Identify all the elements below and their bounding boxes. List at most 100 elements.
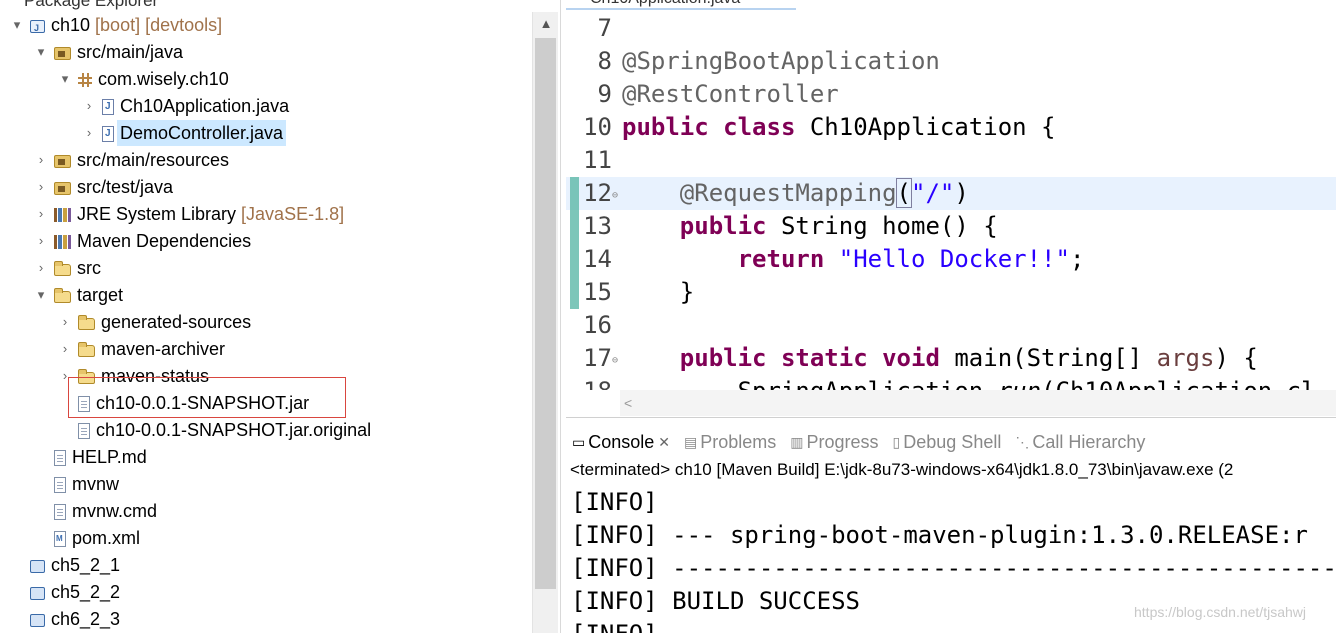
source-folder-icon	[54, 182, 71, 195]
tab-problems[interactable]: ▤ Problems	[684, 432, 776, 453]
chevron-right-icon[interactable]: ›	[58, 336, 72, 362]
console-line: [INFO] --- spring-boot-maven-plugin:1.3.…	[571, 521, 1308, 549]
scroll-up-icon[interactable]: ▲	[533, 12, 559, 36]
tree-item-label: Ch10Application.java	[120, 96, 290, 116]
java-project-icon	[30, 15, 45, 41]
tree-item[interactable]: › src	[34, 255, 101, 281]
fold-icon[interactable]: ⊖	[612, 179, 618, 212]
source-folder-icon	[54, 47, 71, 60]
line-number: 15	[583, 278, 612, 306]
chevron-right-icon[interactable]: ›	[82, 120, 96, 146]
tree-item[interactable]: ▾ com.wisely.ch10	[58, 66, 229, 92]
explorer-scroll-thumb[interactable]	[535, 38, 556, 589]
chevron-right-icon[interactable]: ›	[34, 174, 48, 200]
tree-item[interactable]: › DemoController.java	[82, 120, 287, 147]
code-line[interactable]: 13 public String home() {	[566, 210, 1336, 243]
chevron-right-icon[interactable]: ›	[34, 201, 48, 227]
line-number: 12	[583, 179, 612, 207]
code-line[interactable]: 14 return "Hello Docker!!";	[566, 243, 1336, 276]
file-icon	[54, 503, 66, 520]
editor-horizontal-scrollbar[interactable]: <	[620, 390, 1336, 416]
code-line[interactable]: 15 }	[566, 276, 1336, 309]
console-view: ▭ Console ✕ ▤ Problems ▥ Progress ▯ Debug Shell ⋱…	[566, 426, 1336, 633]
chevron-right-icon[interactable]: ›	[58, 309, 72, 335]
tab-console[interactable]: ▭ Console ✕	[572, 432, 670, 453]
tree-item[interactable]: › Maven Dependencies	[34, 228, 251, 254]
code-text: public static void main(String[] args) {	[679, 344, 1258, 372]
code-line[interactable]: 12 ⊖ @RequestMapping("/")	[566, 177, 1336, 210]
tree-item[interactable]: ▾ src/main/java	[34, 39, 183, 65]
tree-item[interactable]: ch6_2_3	[10, 606, 120, 632]
library-icon	[54, 208, 71, 222]
chevron-down-icon[interactable]: ▾	[10, 12, 24, 38]
folder-icon	[54, 261, 71, 276]
tab-debug-shell[interactable]: ▯ Debug Shell	[893, 432, 1002, 453]
chevron-right-icon[interactable]: ›	[34, 228, 48, 254]
tree-item[interactable]: mvnw.cmd	[34, 498, 157, 524]
tree-item[interactable]: › maven-archiver	[58, 336, 225, 362]
tree-item[interactable]: ch5_2_2	[10, 579, 120, 605]
tab-label: Console	[588, 431, 655, 452]
tree-item-label: src/main/resources	[77, 150, 230, 170]
tree-item[interactable]: ch10-0.0.1-SNAPSHOT.jar.original	[58, 417, 371, 443]
watermark: https://blog.csdn.net/tjsahwj	[1134, 604, 1306, 620]
line-number: 10	[583, 113, 612, 141]
tree-item[interactable]: › Ch10Application.java	[82, 93, 290, 120]
code-area[interactable]: 7 8 @SpringBootApplication 9 @RestController…	[566, 12, 1336, 390]
console-status: <terminated> ch10 [Maven Build] E:\jdk-8…	[570, 460, 1234, 479]
tree-item[interactable]: mvnw	[34, 471, 119, 497]
tab-progress[interactable]: ▥ Progress	[790, 432, 878, 453]
chevron-down-icon[interactable]: ▾	[34, 39, 48, 65]
fold-icon[interactable]: ⊖	[612, 344, 618, 377]
tree-item-label: pom.xml	[72, 528, 141, 548]
tree-item[interactable]: › src/test/java	[34, 174, 173, 200]
code-line[interactable]: 8 @SpringBootApplication	[566, 45, 1336, 78]
tree-item-label: src/main/java	[77, 42, 184, 62]
tree-item[interactable]: › JRE System Library [JavaSE-1.8]	[34, 201, 344, 227]
console-line: [INFO] ---------------------------------…	[571, 554, 1336, 582]
line-number: 14	[583, 245, 612, 273]
tree-item-label: ch5_2_2	[51, 582, 121, 602]
folder-icon	[54, 288, 71, 303]
tree-item-label: ch10	[51, 15, 91, 35]
code-line[interactable]: 10 public class Ch10Application {	[566, 111, 1336, 144]
line-number: 7	[597, 14, 612, 42]
scroll-left-icon[interactable]: <	[624, 390, 632, 416]
debug-shell-icon: ▯	[892, 433, 901, 450]
closed-project-icon	[30, 587, 45, 600]
line-number: 13	[583, 212, 612, 240]
tree-item-decoration: [JavaSE-1.8]	[241, 204, 345, 224]
chevron-right-icon[interactable]: ›	[34, 147, 48, 173]
file-icon	[78, 422, 90, 439]
chevron-down-icon[interactable]: ▾	[58, 66, 72, 92]
code-text: @RequestMapping("/")	[679, 178, 969, 208]
code-line[interactable]: 18 SpringApplication.run(Ch10Application…	[566, 375, 1336, 390]
tree-item-label: target	[77, 285, 124, 305]
close-icon[interactable]: ✕	[658, 434, 670, 451]
code-line[interactable]: 11	[566, 144, 1336, 177]
chevron-down-icon[interactable]: ▾	[34, 282, 48, 308]
tree-item[interactable]: › generated-sources	[58, 309, 251, 335]
chevron-right-icon[interactable]: ›	[34, 255, 48, 281]
tab-call-hierarchy[interactable]: ⋱ Call Hierarchy	[1015, 432, 1145, 453]
tree-item[interactable]: HELP.md	[34, 444, 147, 470]
source-folder-icon	[54, 155, 71, 168]
tree-item[interactable]: pom.xml	[34, 525, 141, 552]
code-line[interactable]: 9 @RestController	[566, 78, 1336, 111]
line-number: 8	[597, 47, 612, 75]
code-line[interactable]: 17 ⊖ public static void main(String[] arg…	[566, 342, 1336, 375]
console-line: [INFO] BUILD SUCCESS	[571, 587, 860, 615]
tree-item[interactable]: › src/main/resources	[34, 147, 229, 173]
chevron-right-icon[interactable]: ›	[82, 93, 96, 119]
editor-tab[interactable]: Ch10Application.java	[566, 0, 796, 10]
explorer-scrollbar[interactable]: ▲	[532, 12, 558, 633]
package-explorer: Package Explorer ▾ch10[boot] [devtools]▾…	[0, 0, 560, 633]
tree-item-label: mvnw.cmd	[72, 501, 158, 521]
tree-item-label: mvnw	[72, 474, 120, 494]
tree-item[interactable]: ch5_2_1	[10, 552, 120, 578]
code-line[interactable]: 7	[566, 12, 1336, 45]
tree-item[interactable]: ▾ target	[34, 282, 123, 308]
code-line[interactable]: 16	[566, 309, 1336, 342]
tree-item[interactable]: ▾ ch10[boot] [devtools]	[10, 12, 222, 41]
progress-icon: ▥	[790, 433, 804, 450]
